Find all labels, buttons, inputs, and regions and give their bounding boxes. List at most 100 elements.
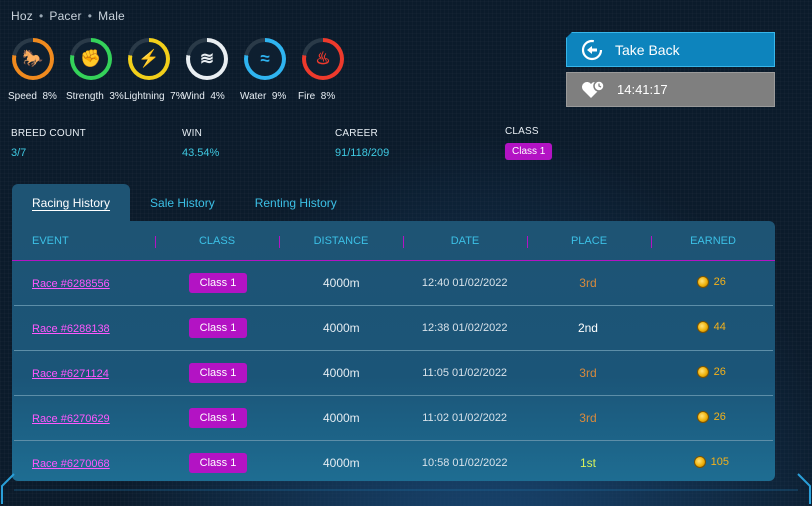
- stat-value: 3%: [109, 91, 124, 102]
- place-cell: 3rd: [579, 276, 597, 290]
- stat-label: Strength 3%: [66, 91, 124, 102]
- breed-count: BREED COUNT 3/7: [11, 128, 86, 159]
- breed-count-value: 3/7: [11, 147, 27, 159]
- date-cell: 12:38 01/02/2022: [421, 322, 508, 334]
- table-row[interactable]: Race #6288138 Class 1 4000m 12:38 01/02/202…: [14, 306, 773, 351]
- breed-count-label: BREED COUNT: [11, 128, 86, 139]
- take-back-button[interactable]: Take Back: [566, 32, 775, 67]
- distance-cell: 4000m: [322, 411, 360, 425]
- coin-icon: [696, 410, 709, 423]
- tab-renting-history[interactable]: Renting History: [235, 184, 357, 222]
- breadcrumb-separator: •: [87, 9, 93, 23]
- class-info: CLASS Class 1: [505, 126, 553, 160]
- race-link[interactable]: Race #6288556: [32, 278, 110, 290]
- table-row[interactable]: Race #6270629 Class 1 4000m 11:02 01/02/202…: [14, 396, 773, 441]
- stat-wind: ≋ Wind 4%: [182, 38, 240, 102]
- breadcrumb-type: Pacer: [49, 9, 82, 23]
- stat-ring: ≋: [186, 38, 228, 80]
- fire-icon: ♨: [306, 42, 340, 76]
- heart-timer-icon: [581, 79, 605, 100]
- coin-icon: [696, 275, 709, 288]
- race-link[interactable]: Race #6271124: [32, 368, 109, 380]
- class-badge: Class 1: [505, 143, 553, 160]
- race-link[interactable]: Race #6288138: [32, 323, 110, 335]
- stat-ring: 🐎: [12, 38, 54, 80]
- class-badge: Class 1: [188, 408, 248, 428]
- take-back-icon: [581, 39, 603, 61]
- career-label: CAREER: [335, 128, 378, 139]
- coin-icon: [696, 365, 709, 378]
- earned-value: 26: [713, 410, 726, 423]
- win-label: WIN: [182, 128, 203, 139]
- stat-name: Strength: [66, 91, 104, 102]
- table-row[interactable]: Race #6288556 Class 1 4000m 12:40 01/02/202…: [14, 261, 773, 306]
- class-badge: Class 1: [188, 363, 248, 383]
- stat-value: 9%: [271, 91, 287, 102]
- stat-label: Wind 4%: [182, 91, 225, 102]
- earned-value: 26: [713, 365, 726, 378]
- date-cell: 12:40 01/02/2022: [421, 277, 508, 289]
- header-distance: DISTANCE: [279, 235, 403, 248]
- earned-value: 105: [710, 455, 729, 468]
- stat-value: 8%: [320, 91, 336, 102]
- stat-ring: ≈: [244, 38, 286, 80]
- stat-name: Fire: [298, 91, 316, 102]
- fist-icon: ✊: [74, 42, 108, 76]
- distance-cell: 4000m: [322, 366, 360, 380]
- race-link[interactable]: Race #6270629: [32, 413, 110, 425]
- place-cell: 1st: [579, 456, 596, 470]
- date-cell: 11:02 01/02/2022: [422, 412, 508, 424]
- header-earned: EARNED: [651, 235, 775, 248]
- stat-lightning: ⚡ Lightning 7%: [124, 38, 185, 102]
- earned-value: 44: [713, 320, 726, 333]
- earned-cell: 105: [693, 455, 729, 468]
- stat-value: 8%: [42, 91, 57, 102]
- date-cell: 10:58 01/02/2022: [421, 457, 508, 469]
- tab-racing-history[interactable]: Racing History: [12, 184, 131, 222]
- header-date: DATE: [403, 235, 527, 248]
- take-back-label: Take Back: [615, 41, 680, 58]
- breadcrumb: Hoz • Pacer • Male: [11, 9, 125, 23]
- tab-sale-history[interactable]: Sale History: [130, 184, 235, 222]
- distance-cell: 4000m: [322, 456, 360, 470]
- class-badge: Class 1: [188, 318, 248, 338]
- stat-name: Lightning: [124, 91, 165, 102]
- timer-value: 14:41:17: [617, 82, 668, 97]
- stat-strength: ✊ Strength 3%: [66, 38, 124, 102]
- lightning-icon: ⚡: [132, 42, 166, 76]
- place-cell: 3rd: [579, 411, 597, 425]
- class-label: CLASS: [505, 126, 539, 137]
- stat-name: Wind: [182, 91, 205, 102]
- header-class: CLASS: [155, 235, 279, 248]
- race-link[interactable]: Race #6270068: [32, 458, 110, 470]
- career-value: 91/118/209: [335, 147, 390, 159]
- stat-value: 4%: [210, 91, 225, 102]
- stat-name: Speed: [8, 91, 37, 102]
- stat-fire: ♨ Fire 8%: [298, 38, 356, 102]
- stat-list: 🐎 Speed 8% ✊ Strength 3% ⚡ Lightning 7% ≋ Wind …: [8, 38, 356, 102]
- stat-label: Water 9%: [240, 91, 286, 102]
- header-place: PLACE: [527, 235, 651, 248]
- stat-label: Speed 8%: [8, 91, 57, 102]
- earned-cell: 26: [696, 275, 726, 288]
- distance-cell: 4000m: [322, 276, 360, 290]
- table-row[interactable]: Race #6271124 Class 1 4000m 11:05 01/02/202…: [14, 351, 773, 396]
- history-tabs: Racing History Sale History Renting Hist…: [12, 184, 357, 222]
- stat-water: ≈ Water 9%: [240, 38, 298, 102]
- distance-cell: 4000m: [322, 321, 360, 335]
- table-header: EVENT CLASS DISTANCE DATE PLACE EARNED: [12, 221, 775, 261]
- header-event: EVENT: [32, 234, 69, 247]
- place-cell: 2nd: [577, 321, 598, 335]
- stat-name: Water: [240, 91, 267, 102]
- horse-icon: 🐎: [16, 42, 50, 76]
- water-icon: ≈: [248, 42, 282, 76]
- stat-ring: ✊: [70, 38, 112, 80]
- earned-value: 26: [713, 275, 726, 288]
- timer-display: 14:41:17: [566, 72, 775, 107]
- earned-cell: 26: [696, 365, 726, 378]
- coin-icon: [696, 320, 709, 333]
- win-value: 43.54%: [182, 147, 220, 159]
- wind-icon: ≋: [190, 42, 224, 76]
- table-body: Race #6288556 Class 1 4000m 12:40 01/02/202…: [12, 261, 775, 481]
- earned-cell: 44: [696, 320, 726, 333]
